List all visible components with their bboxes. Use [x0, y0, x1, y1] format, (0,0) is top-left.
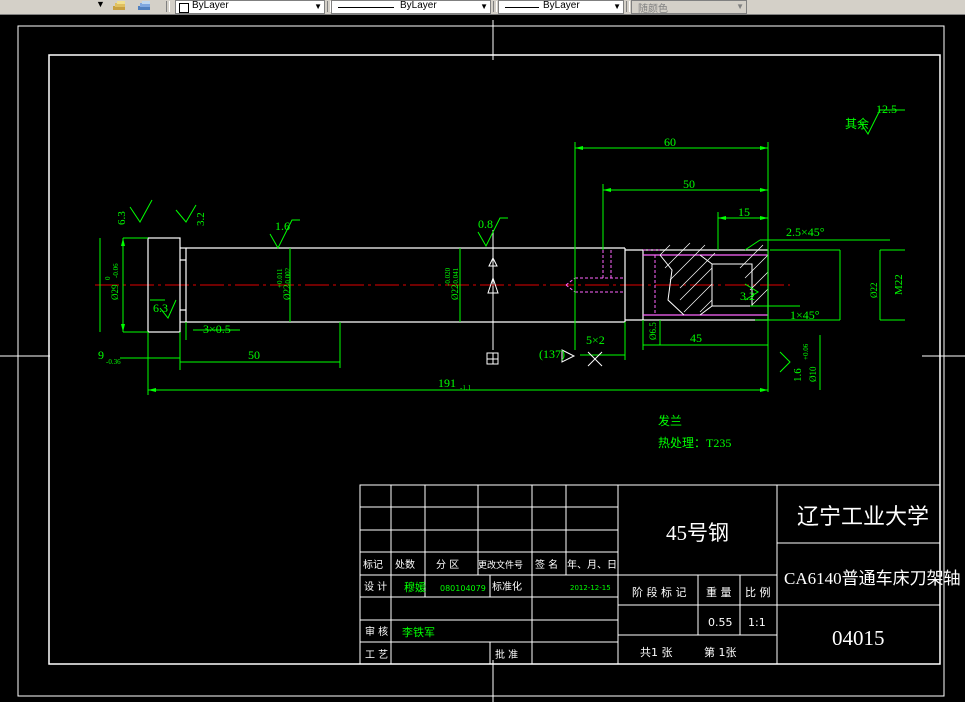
dim-6-3-b: 6.3: [153, 301, 168, 315]
dim-dia-mid2-tol2: -0.041: [452, 267, 460, 286]
color-control-dropdown[interactable]: ByLayer ▼: [175, 0, 325, 14]
design-label: 设 计: [364, 580, 387, 593]
dim-dia-right: Ø22: [869, 283, 879, 299]
reviewer-name: 李铁军: [402, 625, 435, 639]
linetype-preview: [338, 7, 394, 8]
color-control-value: ByLayer: [192, 0, 229, 11]
layer-dropdown-arrow[interactable]: ▼: [96, 0, 105, 9]
note-line-2: 热处理：T235: [658, 436, 731, 450]
student-id: 080104079: [440, 584, 486, 593]
color-swatch: [179, 3, 189, 13]
layer-states-icon[interactable]: [113, 1, 125, 11]
dim-dia-left: Ø29: [110, 284, 120, 300]
stage-label: 阶 段 标 记: [632, 585, 687, 599]
plotstyle-control-dropdown[interactable]: 随颜色 ▼: [631, 0, 747, 15]
dim-undercut-5x2: 5×2: [586, 333, 605, 347]
dim-191-tol: -1.1: [460, 384, 472, 392]
chevron-down-icon: ▼: [613, 2, 621, 11]
dim-chamfer-1x45: 1×45°: [790, 308, 820, 322]
dim-dia-left-tol: -0.06: [112, 263, 120, 278]
designer-name: 穆媛: [404, 580, 426, 594]
plotstyle-control-value: 随颜色: [638, 4, 668, 15]
linetype-control-dropdown[interactable]: ByLayer ▼: [331, 0, 491, 14]
outer-frame: [17, 25, 945, 697]
drawing-canvas[interactable]: 60 50 15 2.5×45° 1.6 0.8 其余 12.5 6.3 3×0…: [0, 15, 965, 702]
dim-191: 191: [438, 376, 456, 390]
dim-3-2-b: 3.2: [740, 289, 755, 303]
dim-137: (137): [539, 347, 565, 361]
layer-previous-icon[interactable]: [138, 1, 152, 11]
weight-label: 重 量: [706, 585, 732, 599]
chevron-down-icon: ▼: [480, 2, 488, 11]
dim-6-3-a: 6.3: [116, 211, 128, 225]
other-value: 12.5: [876, 102, 897, 116]
dim-thread-m22: M22: [893, 274, 905, 295]
hidden-lines: [565, 249, 660, 315]
drawing-number: 04015: [832, 626, 885, 650]
header-count: 处数: [395, 558, 415, 571]
header-sign: 签 名: [535, 558, 558, 571]
dim-50: 50: [683, 177, 695, 191]
linetype-control-value: ByLayer: [400, 0, 437, 11]
dim-roughness-1-6-b: 1.6: [792, 368, 804, 382]
other-label: 其余: [845, 116, 869, 131]
dim-dia-6-5: Ø6.5: [648, 322, 658, 340]
chevron-down-icon: ▼: [736, 2, 744, 11]
dim-dia-10-tol: +0.06: [802, 343, 810, 360]
dim-45: 45: [690, 331, 702, 345]
school-name: 辽宁工业大学: [797, 504, 929, 529]
design-date: 2012-12-15: [570, 584, 611, 592]
note-line-1: 发兰: [658, 413, 682, 428]
lineweight-control-value: ByLayer: [543, 0, 580, 11]
dim-9-tol: -0.36: [106, 358, 121, 366]
dimension-texts: 60 50 15 2.5×45° 1.6 0.8 其余 12.5 6.3 3×0…: [98, 102, 897, 450]
dim-15: 15: [738, 205, 750, 219]
dim-dia-mid2-tol1: -0.020: [444, 267, 452, 286]
toolbar-separator: [166, 1, 170, 12]
header-mark: 标记: [363, 559, 383, 571]
sheets-total: 共1 张: [640, 646, 673, 659]
toolbar-separator: [626, 1, 630, 12]
dim-dia-mid-tol2: -0.002: [284, 267, 292, 286]
surface-finish-symbols: [129, 109, 905, 373]
dim-9: 9: [98, 348, 104, 362]
approve-label: 批 准: [495, 648, 518, 661]
dim-roughness-1-6: 1.6: [275, 219, 290, 233]
dim-dia-10: Ø10: [808, 366, 818, 382]
dim-roughness-0-8: 0.8: [478, 217, 493, 231]
weight-value: 0.55: [708, 616, 733, 629]
dim-undercut-3x0-5: 3×0.5: [203, 322, 231, 336]
cad-drawing: 60 50 15 2.5×45° 1.6 0.8 其余 12.5 6.3 3×0…: [0, 20, 965, 702]
title-block-text: 标记 处数 分 区 更改文件号 签 名 年、月、日 设 计 穆媛 0801040…: [363, 504, 961, 661]
standard-label: 标准化: [492, 580, 522, 593]
properties-toolbar: ▼ ByLayer ▼ ByLayer ▼ ByLayer ▼ 随颜色 ▼: [0, 0, 965, 15]
dim-dia-left-tol-zero: 0: [104, 276, 112, 280]
dim-60: 60: [664, 135, 676, 149]
chevron-down-icon: ▼: [314, 2, 322, 11]
sheet-number: 第 1张: [704, 645, 737, 659]
lineweight-preview: [505, 7, 539, 8]
process-label: 工 艺: [365, 649, 388, 661]
toolbar-separator: [493, 1, 497, 12]
ratio-value: 1:1: [748, 616, 766, 629]
dim-chamfer-2-5: 2.5×45°: [786, 225, 825, 239]
header-change-doc: 更改文件号: [478, 559, 523, 571]
dim-3-2-a: 3.2: [195, 212, 207, 226]
lineweight-control-dropdown[interactable]: ByLayer ▼: [498, 0, 624, 14]
header-zone: 分 区: [436, 559, 459, 571]
ratio-label: 比 例: [745, 585, 771, 599]
dimension-lines: [99, 142, 905, 395]
dim-50-bottom: 50: [248, 348, 260, 362]
dim-dia-mid-tol1: +0.011: [276, 268, 284, 288]
header-date: 年、月、日: [567, 558, 617, 571]
review-label: 审 核: [365, 625, 388, 638]
material: 45号钢: [666, 521, 729, 545]
part-name: CA6140普通车床刀架轴: [784, 569, 961, 588]
